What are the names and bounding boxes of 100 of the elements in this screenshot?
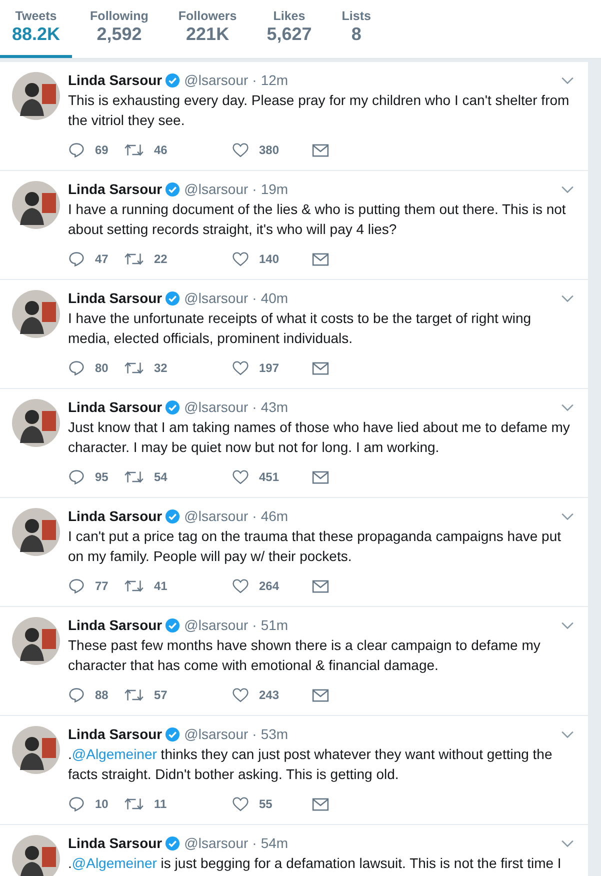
tweet-time[interactable]: 51m (260, 617, 288, 633)
reply-icon[interactable] (68, 578, 85, 594)
tweet-text: This is exhausting every day. Please pray for my children who I can't shelter from the vitriol they see. (68, 91, 570, 130)
mention-link[interactable]: @Algemeiner (72, 746, 157, 762)
tweet-time[interactable]: 53m (260, 726, 288, 742)
tweet-card[interactable]: Linda Sarsour @lsarsour · 51m These past few months have shown there is a clear campaign to defame my character that has come with emotional & financial damage. 88 57 243 (0, 607, 588, 716)
heart-icon[interactable] (232, 578, 249, 594)
tweet-time[interactable]: 46m (260, 508, 288, 524)
author-name[interactable]: Linda Sarsour (68, 726, 162, 742)
reply-count: 69 (95, 143, 108, 157)
tweet-time[interactable]: 19m (260, 181, 288, 197)
mail-icon[interactable] (312, 580, 329, 592)
retweet-count: 22 (154, 252, 168, 266)
heart-icon[interactable] (232, 251, 249, 267)
tweet-text: .@Algemeiner thinks they can just post whatever they want without getting the facts straight. Didn't bother asking. This is getting old. (68, 745, 554, 784)
tweet-card[interactable]: Linda Sarsour @lsarsour · 54m .@Algemeiner is just begging for a defamation lawsuit. This is not the first time I (0, 825, 588, 876)
author-handle[interactable]: @lsarsour (184, 835, 248, 851)
chevron-down-icon[interactable] (561, 838, 574, 848)
author-handle[interactable]: @lsarsour (184, 617, 248, 633)
author-name[interactable]: Linda Sarsour (68, 290, 162, 306)
profile-stat-tab[interactable]: Likes 5,627 (254, 0, 324, 58)
author-name[interactable]: Linda Sarsour (68, 72, 162, 88)
reply-count: 80 (95, 361, 108, 375)
author-name[interactable]: Linda Sarsour (68, 399, 162, 415)
avatar[interactable] (12, 290, 60, 338)
separator-dot: · (252, 290, 257, 306)
retweet-count: 32 (154, 361, 168, 375)
avatar[interactable] (12, 726, 60, 774)
tweet-card[interactable]: Linda Sarsour @lsarsour · 19m I have a running document of the lies & who is putting them out there. This is not about setting records straight, it's who will pay 4 lies? 47 22 140 (0, 171, 588, 280)
tweet-card[interactable]: Linda Sarsour @lsarsour · 53m .@Algemeiner thinks they can just post whatever they want without getting the facts straight. Didn't bother asking. This is getting old. 10 11 55 (0, 716, 588, 825)
reply-icon[interactable] (68, 796, 85, 812)
tweet-card[interactable]: Linda Sarsour @lsarsour · 40m I have the unfortunate receipts of what it costs to be the target of right wing media, elected officials, prominent individuals. 80 32 197 (0, 280, 588, 389)
profile-stat-tab[interactable]: Followers 221K (166, 0, 249, 58)
mail-icon[interactable] (312, 798, 329, 810)
retweet-icon[interactable] (124, 687, 144, 703)
tweet-text: I can't put a price tag on the trauma that these propaganda campaigns have put on my family. People will pay w/ their pockets. (68, 527, 562, 566)
heart-icon[interactable] (232, 687, 249, 703)
like-count: 243 (259, 688, 280, 702)
avatar[interactable] (12, 835, 60, 876)
chevron-down-icon[interactable] (561, 184, 574, 194)
author-handle[interactable]: @lsarsour (184, 290, 248, 306)
retweet-count: 54 (154, 470, 168, 484)
author-handle[interactable]: @lsarsour (184, 181, 248, 197)
profile-stat-tab[interactable]: Tweets 88.2K (0, 0, 72, 58)
heart-icon[interactable] (232, 796, 249, 812)
retweet-icon[interactable] (124, 360, 144, 376)
tweet-card[interactable]: Linda Sarsour @lsarsour · 46m I can't put a price tag on the trauma that these propaganda campaigns have put on my family. People will pay w/ their pockets. 77 41 264 (0, 498, 588, 607)
retweet-icon[interactable] (124, 251, 144, 267)
chevron-down-icon[interactable] (561, 294, 574, 302)
chevron-down-icon[interactable] (561, 512, 574, 520)
tweet-card[interactable]: Linda Sarsour @lsarsour · 12m This is exhausting every day. Please pray for my children who I can't shelter from the vitriol they see. 69 46 380 (0, 62, 588, 171)
separator-dot: · (252, 835, 257, 851)
mail-icon[interactable] (312, 470, 329, 484)
author-name[interactable]: Linda Sarsour (68, 617, 162, 633)
reply-icon[interactable] (68, 251, 85, 267)
like-count: 140 (259, 252, 280, 266)
author-name[interactable]: Linda Sarsour (68, 508, 162, 524)
avatar[interactable] (12, 508, 60, 556)
heart-icon[interactable] (232, 360, 249, 376)
author-handle[interactable]: @lsarsour (184, 399, 248, 415)
author-handle[interactable]: @lsarsour (184, 508, 248, 524)
chevron-down-icon[interactable] (561, 730, 574, 738)
tweet-time[interactable]: 40m (260, 290, 288, 306)
retweet-icon[interactable] (124, 469, 144, 485)
separator-dot: · (252, 181, 257, 197)
mail-icon[interactable] (312, 362, 329, 374)
profile-stat-tab[interactable]: Following 2,592 (78, 0, 160, 58)
mail-icon[interactable] (312, 688, 329, 702)
author-handle[interactable]: @lsarsour (184, 726, 248, 742)
retweet-icon[interactable] (124, 578, 144, 594)
mention-link[interactable]: @Algemeiner (72, 855, 157, 871)
chevron-down-icon[interactable] (561, 402, 574, 412)
author-name[interactable]: Linda Sarsour (68, 181, 162, 197)
avatar[interactable] (12, 617, 60, 665)
reply-icon[interactable] (68, 687, 85, 703)
tweet-time[interactable]: 54m (260, 835, 288, 851)
reply-icon[interactable] (68, 469, 85, 485)
tweet-time[interactable]: 12m (260, 72, 288, 88)
author-name[interactable]: Linda Sarsour (68, 835, 162, 851)
tweet-text: Just know that I am taking names of those who have lied about me to defame my character. I may be quiet now but not for long. I am working. (68, 418, 571, 457)
reply-icon[interactable] (68, 360, 85, 376)
avatar[interactable] (12, 399, 60, 447)
tweet-time[interactable]: 43m (260, 399, 288, 415)
heart-icon[interactable] (232, 469, 249, 485)
retweet-icon[interactable] (124, 142, 144, 158)
reply-icon[interactable] (68, 142, 85, 158)
tweet-text: These past few months have shown there is a clear campaign to defame my character that has come with emotional & financial damage. (68, 636, 542, 675)
chevron-down-icon[interactable] (561, 76, 574, 84)
tweet-card[interactable]: Linda Sarsour @lsarsour · 43m Just know that I am taking names of those who have lied about me to defame my character. I may be quiet now but not for long. I am working. 95 54 451 (0, 389, 588, 498)
reply-count: 47 (95, 252, 108, 266)
retweet-icon[interactable] (124, 796, 144, 812)
mail-icon[interactable] (312, 252, 329, 266)
profile-stat-tab[interactable]: Lists 8 (330, 0, 383, 58)
avatar[interactable] (12, 72, 60, 120)
separator-dot: · (252, 399, 257, 415)
avatar[interactable] (12, 181, 60, 229)
mail-icon[interactable] (312, 144, 329, 156)
heart-icon[interactable] (232, 142, 249, 158)
author-handle[interactable]: @lsarsour (184, 72, 248, 88)
chevron-down-icon[interactable] (561, 620, 574, 630)
